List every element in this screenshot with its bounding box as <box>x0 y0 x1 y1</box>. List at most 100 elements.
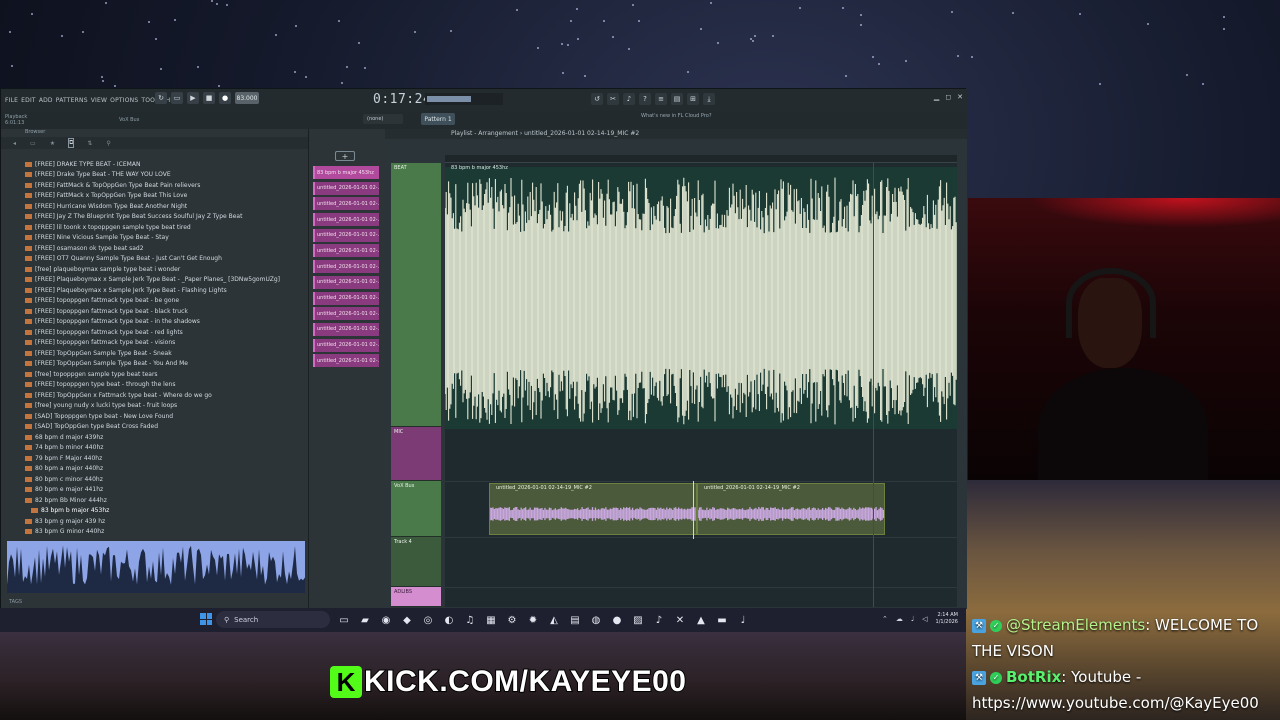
browser-list-item[interactable]: 83 bpm b major 453hz <box>1 506 309 517</box>
maximize-icon[interactable]: ◻ <box>945 93 951 101</box>
snap-select[interactable]: (none) <box>363 114 403 124</box>
download-icon[interactable]: ⤓ <box>703 93 715 105</box>
browser-icon[interactable]: ◍ <box>588 612 604 628</box>
close-icon[interactable]: ✕ <box>957 93 963 101</box>
clip-source-item[interactable]: untitled_2026-01-01 02-... <box>313 322 379 336</box>
browser-list-item[interactable]: [FREE] topoppgen fattmack type beat - vi… <box>1 338 309 349</box>
browser-list-item[interactable]: 79 bpm F Major 440hz <box>1 453 309 464</box>
edge-icon[interactable]: ◐ <box>441 612 457 628</box>
browser-list-item[interactable]: 80 bpm c minor 440hz <box>1 474 309 485</box>
clip-source-item[interactable]: untitled_2026-01-01 02-... <box>313 213 379 227</box>
brave-icon[interactable]: ◆ <box>399 612 415 628</box>
browser-list-item[interactable]: [FREE] TopOppGen Sample Type Beat - You … <box>1 359 309 370</box>
clip-source-item[interactable]: untitled_2026-01-01 02-... <box>313 181 379 195</box>
browser-list-item[interactable]: [FREE] DRAKE TYPE BEAT - ICEMAN <box>1 159 309 170</box>
notepad-icon[interactable]: ▤ <box>567 612 583 628</box>
piano-icon[interactable]: ▤ <box>671 93 683 105</box>
mic-icon[interactable]: ♩ <box>911 615 914 623</box>
play-button[interactable]: ▶ <box>187 92 199 104</box>
gear-icon[interactable]: ✹ <box>525 612 541 628</box>
track-header-beat[interactable]: BEAT <box>391 163 441 427</box>
clip-source-item[interactable]: untitled_2026-01-01 02-... <box>313 197 379 211</box>
menu-item-patterns[interactable]: PATTERNS <box>56 97 88 104</box>
clip-source-item[interactable]: untitled_2026-01-01 02-... <box>313 291 379 305</box>
folder-icon[interactable]: ▭ <box>30 140 36 147</box>
minimize-icon[interactable]: ▁ <box>934 93 939 101</box>
browser-list-item[interactable]: [free] topoppgen sample type beat tears <box>1 369 309 380</box>
loop-icon[interactable]: ↻ <box>155 92 167 104</box>
browser-list-item[interactable]: [FREE] Drake Type Beat - THE WAY YOU LOV… <box>1 170 309 181</box>
browser-list-item[interactable]: [FREE] Hurricane Wisdom Type Beat Anothe… <box>1 201 309 212</box>
taskbar-clock[interactable]: 2:14 AM 1/1/2026 <box>936 612 958 626</box>
menu-item-add[interactable]: ADD <box>39 97 53 104</box>
calculator-icon[interactable]: ▦ <box>483 612 499 628</box>
chrome-icon[interactable]: ◎ <box>420 612 436 628</box>
mixer-icon[interactable]: ≡ <box>655 93 667 105</box>
network-icon[interactable]: ☁ <box>896 615 903 623</box>
mic-icon[interactable]: ♪ <box>623 93 635 105</box>
clip-source-item[interactable]: untitled_2026-01-01 02-... <box>313 307 379 321</box>
volume-icon[interactable]: ◁ <box>922 615 927 623</box>
browser-list-item[interactable]: [FREE] topoppgen fattmack type beat - in… <box>1 317 309 328</box>
track-header-adlibs[interactable]: ADLIBS <box>391 587 441 607</box>
browser-list-item[interactable]: [FREE] TopOppGen Sample Type Beat - Snea… <box>1 348 309 359</box>
tempo-display[interactable]: 83.000 <box>235 92 259 104</box>
zoom-icon[interactable]: ▬ <box>714 612 730 628</box>
browser-list-item[interactable]: 83 bpm G minor 440hz <box>1 527 309 538</box>
browser-list-item[interactable]: [FREE] lil toonk x topoppgen sample type… <box>1 222 309 233</box>
star-icon[interactable]: ★ <box>50 140 55 147</box>
file-explorer-icon[interactable]: ▭ <box>336 612 352 628</box>
photos-icon[interactable]: ▨ <box>630 612 646 628</box>
undo-icon[interactable]: ↺ <box>591 93 603 105</box>
clipboard-icon[interactable]: ⧉ <box>68 138 75 148</box>
browser-list-item[interactable]: [FREE] topoppgen type beat - through the… <box>1 380 309 391</box>
browser-list-item[interactable]: 74 bpm b minor 440hz <box>1 443 309 454</box>
browser-list-item[interactable]: [FREE] osamason ok type beat sad2 <box>1 243 309 254</box>
fl-studio-icon[interactable]: ♫ <box>462 612 478 628</box>
app-icon[interactable]: ◭ <box>546 612 562 628</box>
clip-source-item[interactable]: untitled_2026-01-01 02-... <box>313 275 379 289</box>
folder-icon[interactable]: ▰ <box>357 612 373 628</box>
clip-source-item[interactable]: untitled_2026-01-01 02-... <box>313 260 379 274</box>
timeline-ruler[interactable] <box>445 155 957 163</box>
chevron-up-icon[interactable]: ⌃ <box>882 615 888 623</box>
sample-preview-waveform[interactable] <box>7 541 305 593</box>
track-header-track-4[interactable]: Track 4 <box>391 537 441 587</box>
browser-list-item[interactable]: [FREE] topoppgen fattmack type beat - bl… <box>1 306 309 317</box>
browser-list-item[interactable]: [FREE] FattMack & TopOppGen Type Beat Pa… <box>1 180 309 191</box>
track-header-vox-bus[interactable]: VoX Bus <box>391 481 441 537</box>
browser-list-item[interactable]: 80 bpm a major 440hz <box>1 464 309 475</box>
browser-list-item[interactable]: [FREE] topoppgen fattmack type beat - re… <box>1 327 309 338</box>
cut-icon[interactable]: ✂ <box>607 93 619 105</box>
record-button[interactable]: ● <box>219 92 231 104</box>
vlc-icon[interactable]: ▲ <box>693 612 709 628</box>
settings-icon[interactable]: ⚙ <box>504 612 520 628</box>
browser-list-item[interactable]: [free] plaqueboymax sample type beat i w… <box>1 264 309 275</box>
browser-list-item[interactable]: 80 bpm e major 441hz <box>1 485 309 496</box>
vocal-clip-2[interactable]: untitled_2026-01-01 02-14-19_MIC #2 <box>697 483 885 535</box>
news-panel[interactable]: What's new in FL Cloud Pro? <box>641 113 712 119</box>
add-clip-button[interactable]: + <box>335 151 355 161</box>
menu-item-options[interactable]: OPTIONS <box>110 97 138 104</box>
browser-list-item[interactable]: [FREE] Jay Z The Blueprint Type Beat Suc… <box>1 212 309 223</box>
menu-item-view[interactable]: VIEW <box>91 97 107 104</box>
clip-source-item[interactable]: untitled_2026-01-01 02-... <box>313 244 379 258</box>
tiktok-live-icon[interactable]: ♩ <box>735 612 751 628</box>
browser-list-item[interactable]: [FREE] Plaqueboymax x Sample Jerk Type B… <box>1 275 309 286</box>
pattern-song-toggle[interactable]: ▭ <box>171 92 183 104</box>
arrangement-area[interactable]: 83 bpm b major 453hz untitled_2026-01-01… <box>445 163 957 607</box>
browser-list-item[interactable]: 82 bpm Bb Minor 444hz <box>1 495 309 506</box>
browser-list-item[interactable]: [FREE] topoppgen fattmack type beat - be… <box>1 296 309 307</box>
browser-list-item[interactable]: [FREE] FattMack x TopOppGen Type Beat Th… <box>1 191 309 202</box>
browser-list-item[interactable]: [free] young nudy x lucki type beat - fr… <box>1 401 309 412</box>
obs-icon[interactable]: ● <box>609 612 625 628</box>
help-icon[interactable]: ? <box>639 93 651 105</box>
browser-list-item[interactable]: 68 bpm d major 439hz <box>1 432 309 443</box>
taskbar-search[interactable]: ⚲ Search <box>216 611 330 628</box>
plugin-icon[interactable]: ⊞ <box>687 93 699 105</box>
pattern-selector[interactable]: Pattern 1 <box>421 113 455 125</box>
stop-button[interactable]: ■ <box>203 92 215 104</box>
clip-source-item[interactable]: 83 bpm b major 453hz <box>313 166 379 179</box>
back-icon[interactable]: ◂ <box>13 140 16 147</box>
browser-list-item[interactable]: 83 bpm g major 439 hz <box>1 516 309 527</box>
